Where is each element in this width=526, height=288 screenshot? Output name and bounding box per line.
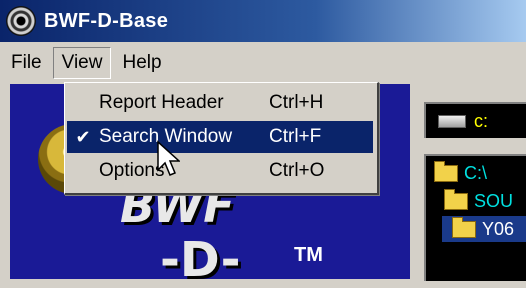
menu-item-shortcut: Ctrl+F <box>269 126 322 147</box>
app-disc-icon[interactable] <box>6 6 36 36</box>
view-dropdown-menu: Report Header Ctrl+H ✔ Search Window Ctr… <box>64 82 379 195</box>
tree-item-label: SOU <box>474 190 514 211</box>
title-bar: BWF-D-Base <box>0 0 526 42</box>
open-folder-icon <box>434 160 458 182</box>
menu-item-shortcut: Ctrl+O <box>269 160 325 181</box>
tree-item-label: C:\ <box>464 162 488 183</box>
logo-trademark: TM <box>294 244 323 266</box>
menu-item-report-header[interactable]: Report Header Ctrl+H <box>67 87 373 119</box>
folder-tree[interactable]: C:\ SOU Y06 <box>424 154 526 281</box>
menu-item-label: Search Window <box>99 126 233 147</box>
drive-value: c: <box>474 110 489 131</box>
menu-item-label: Report Header <box>99 92 224 113</box>
menu-file[interactable]: File <box>2 47 51 79</box>
tree-item-root[interactable]: C:\ <box>434 160 526 186</box>
tree-item-label: Y06 <box>482 218 515 239</box>
menu-bar: File View Help <box>0 42 526 84</box>
hard-drive-icon <box>438 114 466 128</box>
menu-item-search-window[interactable]: ✔ Search Window Ctrl+F <box>67 121 373 153</box>
menu-item-shortcut: Ctrl+H <box>269 92 324 113</box>
open-folder-icon <box>452 216 476 238</box>
menu-item-label: Options <box>99 160 165 181</box>
logo-text-d: -D- <box>160 232 241 288</box>
drive-selector[interactable]: c: <box>424 102 526 138</box>
check-mark-icon: ✔ <box>75 126 91 147</box>
tree-item-sound[interactable]: SOU <box>444 188 526 214</box>
window-title: BWF-D-Base <box>44 9 169 32</box>
menu-item-options[interactable]: Options Ctrl+O <box>67 155 373 187</box>
open-folder-icon <box>444 188 468 210</box>
tree-item-selected[interactable]: Y06 <box>442 216 526 242</box>
menu-view[interactable]: View <box>52 47 112 79</box>
mouse-pointer-icon <box>157 140 180 176</box>
menu-help[interactable]: Help <box>113 47 170 79</box>
